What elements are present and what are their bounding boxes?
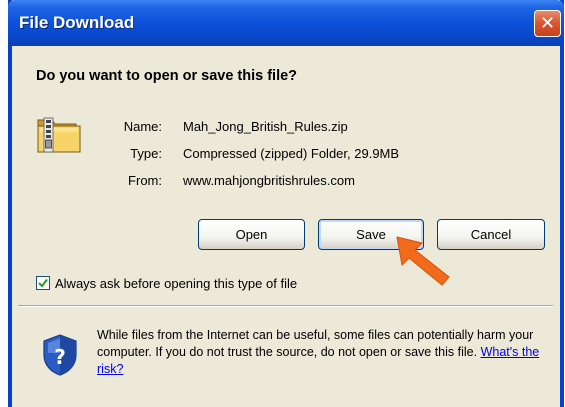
- name-label: Name:: [123, 119, 162, 134]
- svg-text:?: ?: [54, 345, 66, 369]
- title-bar[interactable]: File Download ✕: [8, 0, 564, 46]
- window-title: File Download: [19, 13, 135, 32]
- checkmark-icon: [38, 278, 48, 288]
- separator-line: [18, 305, 553, 307]
- file-download-dialog: File Download ✕ Do you want to open or s…: [8, 0, 564, 407]
- security-warning: While files from the Internet can be use…: [97, 327, 552, 378]
- from-label: From:: [128, 173, 162, 188]
- dialog-question: Do you want to open or save this file?: [36, 68, 298, 84]
- file-info-values: Mah_Jong_British_Rules.zip Compressed (z…: [183, 118, 399, 199]
- warning-text: While files from the Internet can be use…: [97, 328, 534, 359]
- file-info-labels: Name: Type: From:: [124, 118, 162, 199]
- type-label: Type:: [130, 146, 162, 161]
- pointer-arrow-icon: [396, 236, 450, 286]
- open-button[interactable]: Open: [198, 219, 305, 250]
- always-ask-checkbox[interactable]: [36, 276, 50, 290]
- security-shield-icon: ?: [43, 334, 77, 376]
- file-name-value: Mah_Jong_British_Rules.zip: [183, 119, 348, 134]
- zip-folder-icon: [37, 117, 81, 153]
- always-ask-label[interactable]: Always ask before opening this type of f…: [55, 276, 297, 291]
- close-button[interactable]: ✕: [534, 10, 561, 37]
- file-source-value: www.mahjongbritishrules.com: [183, 173, 355, 188]
- file-type-value: Compressed (zipped) Folder, 29.9MB: [183, 146, 400, 161]
- close-icon: ✕: [539, 13, 556, 34]
